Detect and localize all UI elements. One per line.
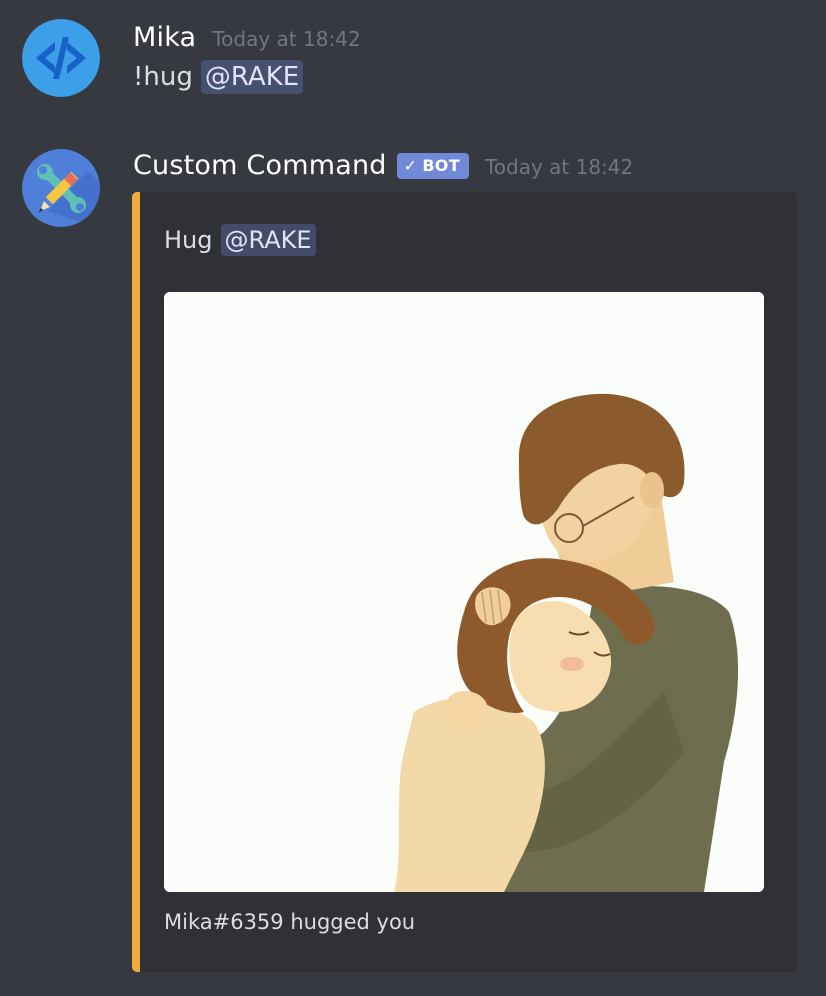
message-content: !hug @RAKE (133, 60, 304, 94)
timestamp: Today at 18:42 (212, 27, 361, 51)
message-text: !hug (133, 62, 193, 92)
checkmark-icon: ✓ (403, 156, 418, 175)
timestamp: Today at 18:42 (484, 155, 634, 179)
code-brackets-icon (22, 19, 100, 97)
embed: Hug @RAKE Mika#6359 hugged you (132, 192, 797, 972)
author-name[interactable]: Mika (133, 22, 196, 53)
message-header: Mika Today at 18:42 (133, 22, 361, 53)
bot-tag-label: BOT (422, 156, 460, 175)
author-name[interactable]: Custom Command (133, 150, 387, 181)
hug-illustration (164, 292, 764, 892)
bot-avatar[interactable] (22, 149, 100, 227)
bot-tag: ✓ BOT (396, 152, 469, 179)
user-mention[interactable]: @RAKE (220, 224, 316, 256)
pencil-wrench-icon (22, 149, 100, 227)
embed-description: Hug @RAKE (164, 224, 316, 256)
embed-footer: Mika#6359 hugged you (164, 910, 416, 934)
avatar[interactable] (22, 19, 100, 97)
embed-image[interactable] (164, 292, 764, 892)
message-header: Custom Command ✓ BOT Today at 18:42 (133, 150, 633, 181)
embed-text: Hug (164, 226, 213, 254)
user-mention[interactable]: @RAKE (200, 60, 304, 94)
chat-messages: Mika Today at 18:42 !hug @RAKE Custom Co… (0, 0, 826, 996)
